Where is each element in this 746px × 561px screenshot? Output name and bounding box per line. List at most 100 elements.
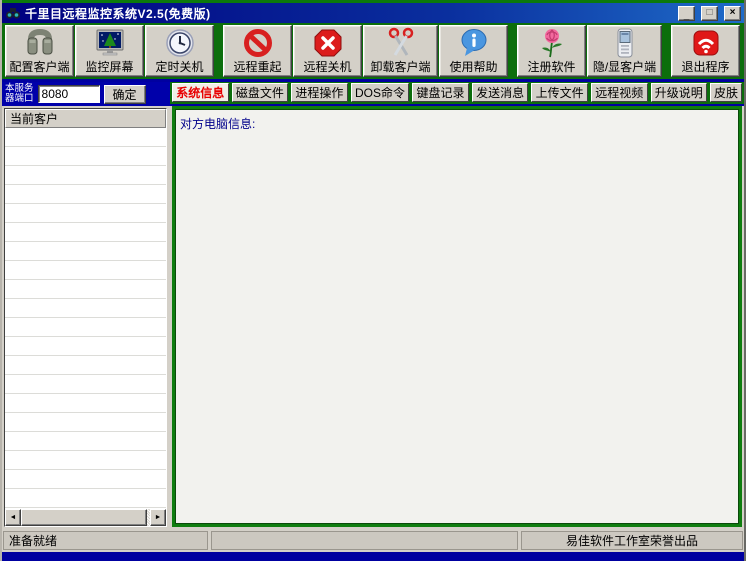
toolbar-separator: [215, 25, 223, 77]
stop-x-icon: [312, 27, 344, 59]
tab-disk-files[interactable]: 磁盘文件: [232, 83, 289, 102]
tab-keylog[interactable]: 键盘记录: [412, 83, 469, 102]
toolbar-group-1: 配置客户端 监控屏幕: [5, 25, 215, 77]
confirm-port-button[interactable]: 确定: [104, 85, 146, 104]
tab-remote-video[interactable]: 远程视频: [591, 83, 648, 102]
client-list-row: [5, 375, 166, 394]
client-list-row: [5, 242, 166, 261]
remote-computer-info-label: 对方电脑信息:: [180, 115, 734, 132]
horizontal-scrollbar[interactable]: ◄ ►: [5, 509, 166, 526]
client-list-row: [5, 147, 166, 166]
status-credit-text: 易佳软件工作室荣誉出品: [521, 531, 743, 550]
client-list-row: [5, 451, 166, 470]
status-middle-cell: [211, 531, 518, 550]
server-port-label: 本服务 器端口: [5, 84, 34, 104]
toolbar-button-label: 监控屏幕: [85, 59, 133, 75]
exit-program-button[interactable]: 退出程序: [671, 25, 740, 77]
binoculars-icon: [24, 27, 56, 59]
exit-signal-icon: [690, 27, 722, 59]
hide-show-client-button[interactable]: 隐/显客户端: [587, 25, 662, 77]
bottom-blue-bar: [2, 552, 744, 561]
client-list-row: [5, 318, 166, 337]
left-panel: 当前客户: [2, 106, 170, 529]
binoculars-app-icon: [5, 5, 21, 21]
toolbar-button-label: 退出程序: [681, 59, 729, 75]
title-bar: 千里目远程监控系统V2.5(免费版) _ □ ×: [2, 3, 744, 23]
toolbar-button-label: 定时关机: [155, 59, 203, 75]
scheduled-shutdown-button[interactable]: 定时关机: [145, 25, 214, 77]
handheld-device-icon: [609, 27, 641, 59]
tab-dos-command[interactable]: DOS命令: [351, 83, 410, 102]
server-port-input[interactable]: [38, 85, 100, 103]
toolbar-separator: [509, 25, 517, 77]
no-entry-icon: [242, 27, 274, 59]
maximize-button[interactable]: □: [701, 6, 718, 21]
client-list-row: [5, 299, 166, 318]
client-list-header: 当前客户: [5, 109, 166, 128]
close-button[interactable]: ×: [724, 6, 741, 21]
mid-row: 本服务 器端口 确定 系统信息 磁盘文件 进程操作 DOS命令 键盘记录 发送消…: [2, 82, 744, 106]
tab-skin[interactable]: 皮肤: [710, 83, 742, 102]
configure-client-button[interactable]: 配置客户端: [5, 25, 74, 77]
toolbar-button-label: 隐/显客户端: [593, 59, 656, 75]
current-clients-list[interactable]: 当前客户: [4, 108, 167, 527]
client-list-row: [5, 185, 166, 204]
toolbar-button-label: 注册软件: [527, 59, 575, 75]
monitor-icon: [94, 27, 126, 59]
scroll-left-button[interactable]: ◄: [5, 509, 21, 526]
status-bar: 准备就绪 易佳软件工作室荣誉出品: [2, 529, 744, 552]
minimize-icon: _: [684, 11, 690, 21]
client-list-row: [5, 128, 166, 147]
toolbar-group-4: 退出程序: [671, 25, 741, 77]
tab-strip: 系统信息 磁盘文件 进程操作 DOS命令 键盘记录 发送消息 上传文件 远程视频…: [170, 82, 744, 106]
toolbar-group-3: 注册软件 隐/显客户端: [517, 25, 663, 77]
toolbar-separator: [663, 25, 671, 77]
server-port-label-line2: 器端口: [5, 94, 34, 104]
rose-icon: [536, 27, 568, 59]
tab-system-info[interactable]: 系统信息: [172, 83, 229, 102]
client-list-row: [5, 489, 166, 508]
client-list-row: [5, 356, 166, 375]
client-list-row: [5, 204, 166, 223]
help-button[interactable]: 使用帮助: [439, 25, 508, 77]
toolbar-button-label: 远程重起: [233, 59, 281, 75]
app-window: 千里目远程监控系统V2.5(免费版) _ □ × 配置客户端: [0, 0, 746, 561]
remote-restart-button[interactable]: 远程重起: [223, 25, 292, 77]
monitor-screen-button[interactable]: 监控屏幕: [75, 25, 144, 77]
tab-upload-file[interactable]: 上传文件: [531, 83, 588, 102]
content-row: 当前客户: [2, 106, 744, 529]
tab-process-ops[interactable]: 进程操作: [291, 83, 348, 102]
scrollbar-thumb[interactable]: [21, 509, 147, 526]
maximize-icon: □: [706, 8, 712, 18]
status-ready-text: 准备就绪: [3, 531, 208, 550]
toolbar-button-label: 卸载客户端: [370, 59, 430, 75]
client-list-row: [5, 280, 166, 299]
toolbar-button-label: 配置客户端: [9, 59, 69, 75]
client-list-row: [5, 223, 166, 242]
toolbar-group-2: 远程重起 远程关机 卸载客户端: [223, 25, 509, 77]
toolbar-button-label: 远程关机: [303, 59, 351, 75]
clock-icon: [164, 27, 196, 59]
minimize-button[interactable]: _: [678, 6, 695, 21]
register-software-button[interactable]: 注册软件: [517, 25, 586, 77]
client-list-row: [5, 432, 166, 451]
tab-send-message[interactable]: 发送消息: [472, 83, 529, 102]
info-bubble-icon: [458, 27, 490, 59]
server-port-panel: 本服务 器端口 确定: [2, 82, 170, 106]
toolbar-button-label: 使用帮助: [449, 59, 497, 75]
toolbar: 配置客户端 监控屏幕: [2, 23, 744, 79]
scroll-right-button[interactable]: ►: [150, 509, 166, 526]
client-list-row: [5, 470, 166, 489]
scissors-icon: [385, 27, 417, 59]
client-list-row: [5, 413, 166, 432]
close-icon: ×: [730, 8, 736, 18]
remote-info-panel: 对方电脑信息:: [172, 106, 742, 527]
remote-shutdown-button[interactable]: 远程关机: [293, 25, 362, 77]
client-list-row: [5, 394, 166, 413]
tab-upgrade-notes[interactable]: 升级说明: [651, 83, 708, 102]
client-list-row: [5, 166, 166, 185]
client-list-rows: [5, 128, 166, 509]
client-list-row: [5, 261, 166, 280]
uninstall-client-button[interactable]: 卸载客户端: [363, 25, 438, 77]
window-title: 千里目远程监控系统V2.5(免费版): [25, 5, 672, 22]
